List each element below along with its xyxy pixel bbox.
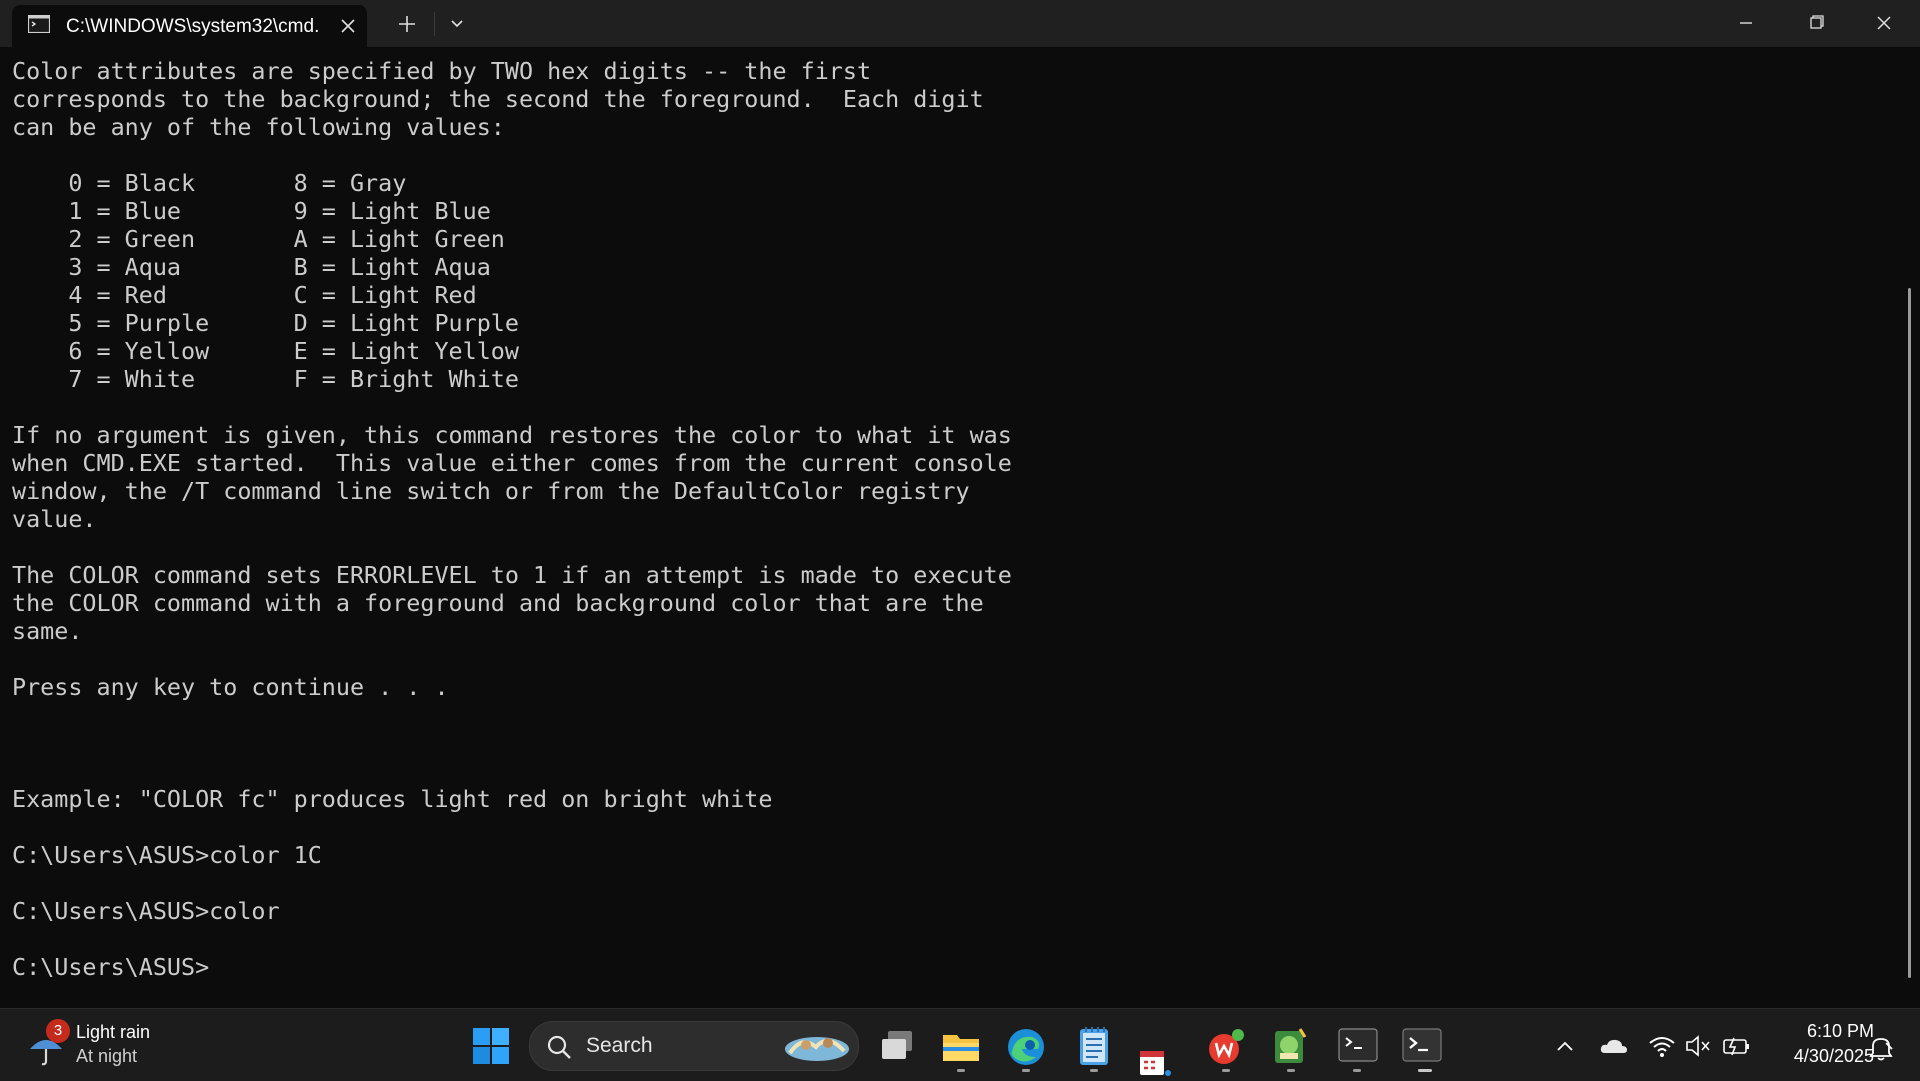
- file-explorer-icon[interactable]: [941, 1027, 981, 1065]
- task-view-icon[interactable]: [878, 1027, 916, 1065]
- console-line: the COLOR command with a foreground and …: [12, 589, 984, 617]
- search-icon: [547, 1035, 571, 1059]
- console-line: when CMD.EXE started. This value either …: [12, 449, 1012, 477]
- tab-cmd[interactable]: C:\WINDOWS\system32\cmd.: [12, 5, 367, 47]
- console-line: 5 = Purple D = Light Purple: [12, 309, 519, 337]
- console-line: same.: [12, 617, 83, 645]
- close-window-icon[interactable]: [1858, 8, 1910, 38]
- weather-badge: 3: [46, 1019, 70, 1043]
- console-line: value.: [12, 505, 97, 533]
- console-line: 3 = Aqua B = Light Aqua: [12, 253, 491, 281]
- console-line: 4 = Red C = Light Red: [12, 281, 477, 309]
- console-line: window, the /T command line switch or fr…: [12, 477, 970, 505]
- close-tab-icon[interactable]: [336, 14, 360, 38]
- console-line: 0 = Black 8 = Gray: [12, 169, 407, 197]
- terminal-icon[interactable]: [1338, 1028, 1378, 1062]
- console-line: The COLOR command sets ERRORLEVEL to 1 i…: [12, 561, 1012, 589]
- console-line: If no argument is given, this command re…: [12, 421, 1012, 449]
- start-icon[interactable]: [472, 1027, 510, 1065]
- restore-icon[interactable]: [1790, 8, 1842, 38]
- console-line: C:\Users\ASUS>color: [12, 897, 280, 925]
- console-line: 1 = Blue 9 = Light Blue: [12, 197, 491, 225]
- console-prompt: C:\Users\ASUS>: [12, 953, 210, 981]
- calendar-icon[interactable]: [1138, 1049, 1174, 1077]
- search-box[interactable]: Search: [529, 1021, 859, 1071]
- wifi-icon[interactable]: [1648, 1033, 1676, 1059]
- chevron-down-icon[interactable]: [443, 10, 471, 38]
- battery-icon[interactable]: [1721, 1033, 1751, 1059]
- taskbar: 3 Light rain At night Search 6:10 PM 4/3…: [0, 1008, 1920, 1081]
- running-indicator: [1287, 1069, 1295, 1072]
- onedrive-icon[interactable]: [1599, 1035, 1629, 1057]
- chevron-up-icon[interactable]: [1553, 1035, 1577, 1057]
- new-tab-icon[interactable]: [393, 10, 421, 38]
- running-indicator: [1090, 1069, 1098, 1072]
- running-indicator: [957, 1069, 965, 1072]
- edge-icon[interactable]: [1006, 1027, 1046, 1067]
- running-indicator: [1222, 1069, 1230, 1072]
- weather-title[interactable]: Light rain: [76, 1022, 150, 1043]
- console-line: corresponds to the background; the secon…: [12, 85, 984, 113]
- console-line: 6 = Yellow E = Light Yellow: [12, 337, 519, 365]
- console-line: can be any of the following values:: [12, 113, 505, 141]
- console-line: C:\Users\ASUS>color 1C: [12, 841, 322, 869]
- console-line: 7 = White F = Bright White: [12, 365, 519, 393]
- wps-office-icon[interactable]: [1206, 1027, 1246, 1067]
- notepad-icon[interactable]: [1078, 1025, 1110, 1067]
- running-indicator: [1353, 1069, 1361, 1072]
- tab-divider: [434, 12, 435, 36]
- search-label: Search: [586, 1034, 653, 1057]
- scrollbar[interactable]: [1908, 288, 1911, 978]
- console-line: 2 = Green A = Light Green: [12, 225, 505, 253]
- cmd-icon: [28, 15, 50, 33]
- console-line: Color attributes are specified by TWO he…: [12, 57, 872, 85]
- clock-date[interactable]: 4/30/2025: [1770, 1046, 1874, 1067]
- game-app-icon[interactable]: [1272, 1027, 1308, 1067]
- weather-subtitle[interactable]: At night: [76, 1046, 137, 1067]
- notification-icon[interactable]: [1866, 1033, 1896, 1063]
- running-indicator: [1022, 1069, 1030, 1072]
- console-line: Press any key to continue . . .: [12, 673, 449, 701]
- clock-time[interactable]: 6:10 PM: [1770, 1021, 1874, 1042]
- volume-muted-icon[interactable]: [1684, 1033, 1712, 1059]
- title-bar: C:\WINDOWS\system32\cmd.: [0, 0, 1920, 47]
- console-line: Example: "COLOR fc" produces light red o…: [12, 785, 773, 813]
- search-highlight-icon: [785, 1037, 849, 1061]
- tab-title: C:\WINDOWS\system32\cmd.: [66, 16, 320, 37]
- running-indicator: [1418, 1069, 1432, 1072]
- terminal-icon-2[interactable]: [1402, 1028, 1442, 1062]
- console-output[interactable]: Color attributes are specified by TWO he…: [12, 57, 1892, 1007]
- minimize-icon[interactable]: [1720, 8, 1772, 38]
